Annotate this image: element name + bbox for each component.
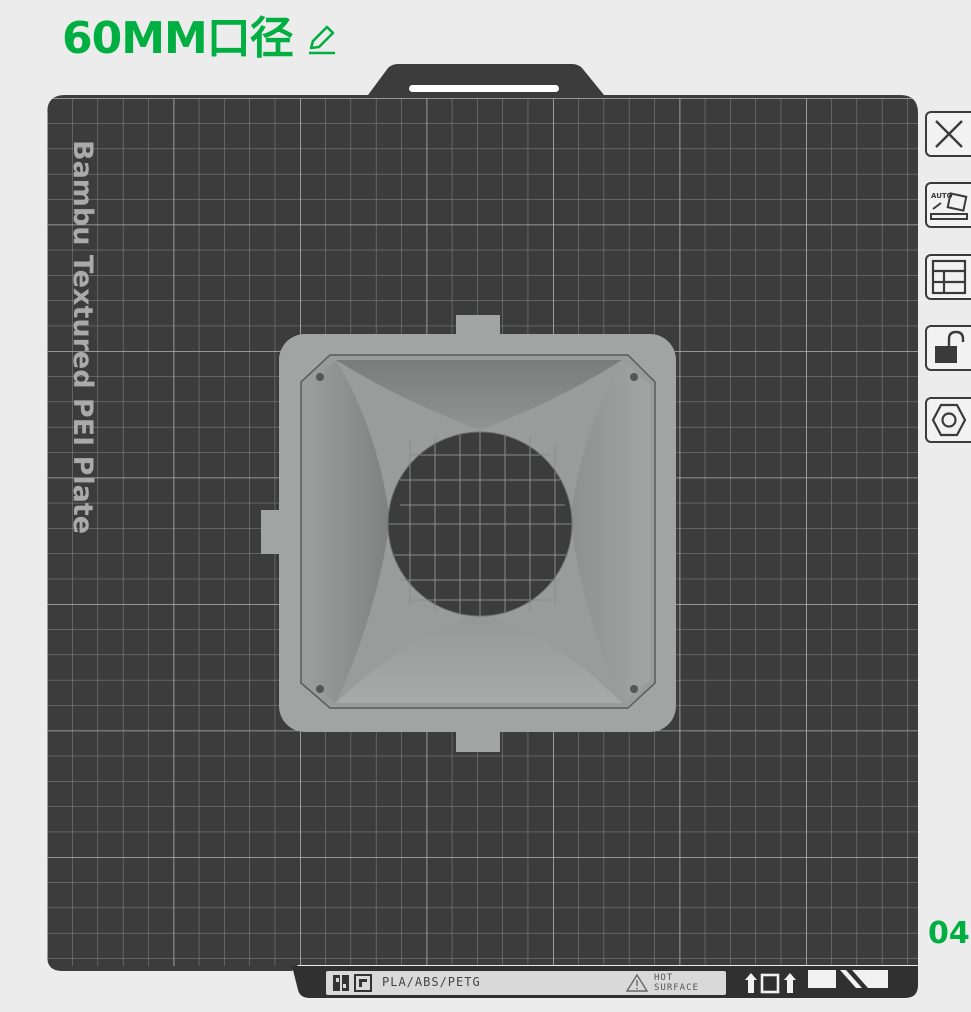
auto-orient-icon: AUTO [930, 192, 968, 220]
orientation-arrows-icon [745, 973, 796, 994]
plate-corner-marker-icon [808, 970, 888, 988]
model-funnel-adapter[interactable] [261, 315, 676, 752]
warning-icon [626, 974, 648, 992]
arrange-icon [931, 259, 967, 295]
plate-type-icon [354, 974, 372, 992]
arrange-button[interactable] [925, 254, 971, 300]
filament-types: PLA/ABS/PETG [382, 975, 481, 989]
build-plate[interactable] [0, 0, 971, 1012]
hot-surface-warning: HOT SURFACE [654, 973, 724, 993]
unlock-icon [935, 330, 965, 363]
plate-settings-button[interactable] [925, 397, 971, 443]
plate-info-strip: PLA/ABS/PETG HOT SURFACE [326, 971, 726, 995]
plate-handle-slot [409, 85, 559, 92]
hot-surface-line-2: SURFACE [654, 983, 699, 993]
close-icon [935, 120, 963, 148]
close-button[interactable] [925, 111, 971, 157]
hex-nut-icon [931, 403, 967, 437]
plate-number[interactable]: 04 [928, 916, 970, 951]
build-plate-canvas[interactable] [0, 0, 971, 1012]
plate-type-label: Bambu Textured PEI Plate [67, 140, 98, 535]
lock-button[interactable] [925, 325, 971, 371]
hot-surface-line-1: HOT [654, 973, 674, 983]
bambu-logo-icon [333, 975, 349, 991]
auto-orient-button[interactable]: AUTO [925, 182, 971, 228]
